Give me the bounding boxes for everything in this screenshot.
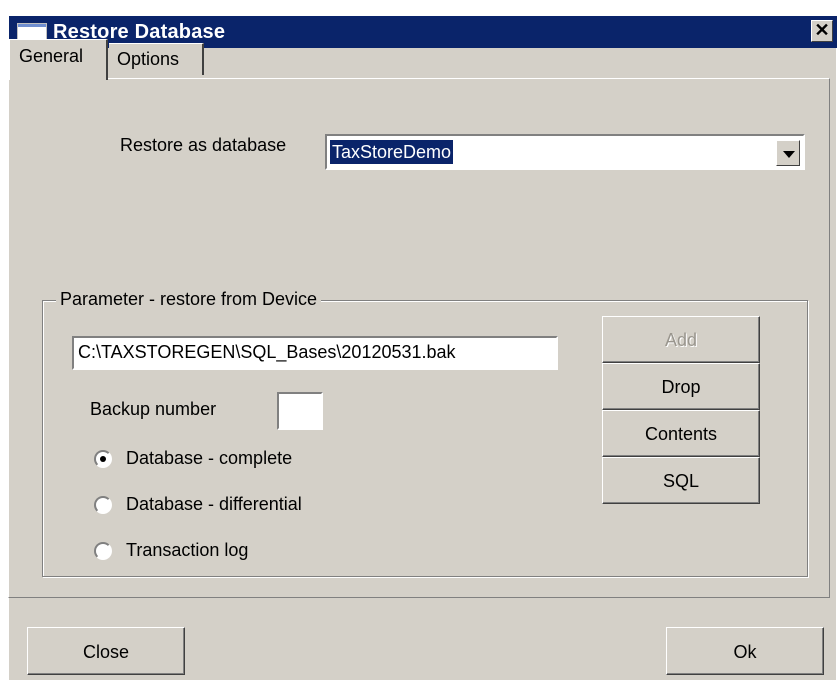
radio-selected-dot-icon [100, 456, 106, 462]
restore-as-database-select[interactable]: TaxStoreDemo [325, 134, 805, 170]
group-legend: Parameter - restore from Device [56, 288, 322, 310]
ok-button[interactable]: Ok [666, 627, 824, 675]
restore-as-database-label: Restore as database [120, 135, 287, 155]
chevron-down-icon[interactable] [776, 140, 800, 166]
radio-database-differential[interactable] [94, 496, 112, 514]
contents-button[interactable]: Contents [602, 410, 760, 457]
radio-transaction-log[interactable] [94, 542, 112, 560]
close-icon[interactable]: ✕ [811, 20, 833, 42]
radio-database-differential-label[interactable]: Database - differential [126, 493, 302, 515]
tab-general[interactable]: General [9, 39, 108, 80]
add-button[interactable]: Add [602, 316, 760, 363]
backup-number-field[interactable] [277, 392, 323, 430]
close-button[interactable]: Close [27, 627, 185, 675]
radio-transaction-log-label[interactable]: Transaction log [126, 539, 248, 561]
sql-button[interactable]: SQL [602, 457, 760, 504]
drop-button[interactable]: Drop [602, 363, 760, 410]
restore-as-database-value: TaxStoreDemo [330, 140, 454, 164]
radio-database-complete-label[interactable]: Database - complete [126, 447, 292, 469]
radio-database-complete[interactable] [94, 450, 112, 468]
backup-number-label: Backup number [90, 399, 217, 419]
backup-path-field[interactable]: C:\TAXSTOREGEN\SQL_Bases\20120531.bak [72, 336, 558, 370]
tab-options[interactable]: Options [109, 43, 204, 75]
